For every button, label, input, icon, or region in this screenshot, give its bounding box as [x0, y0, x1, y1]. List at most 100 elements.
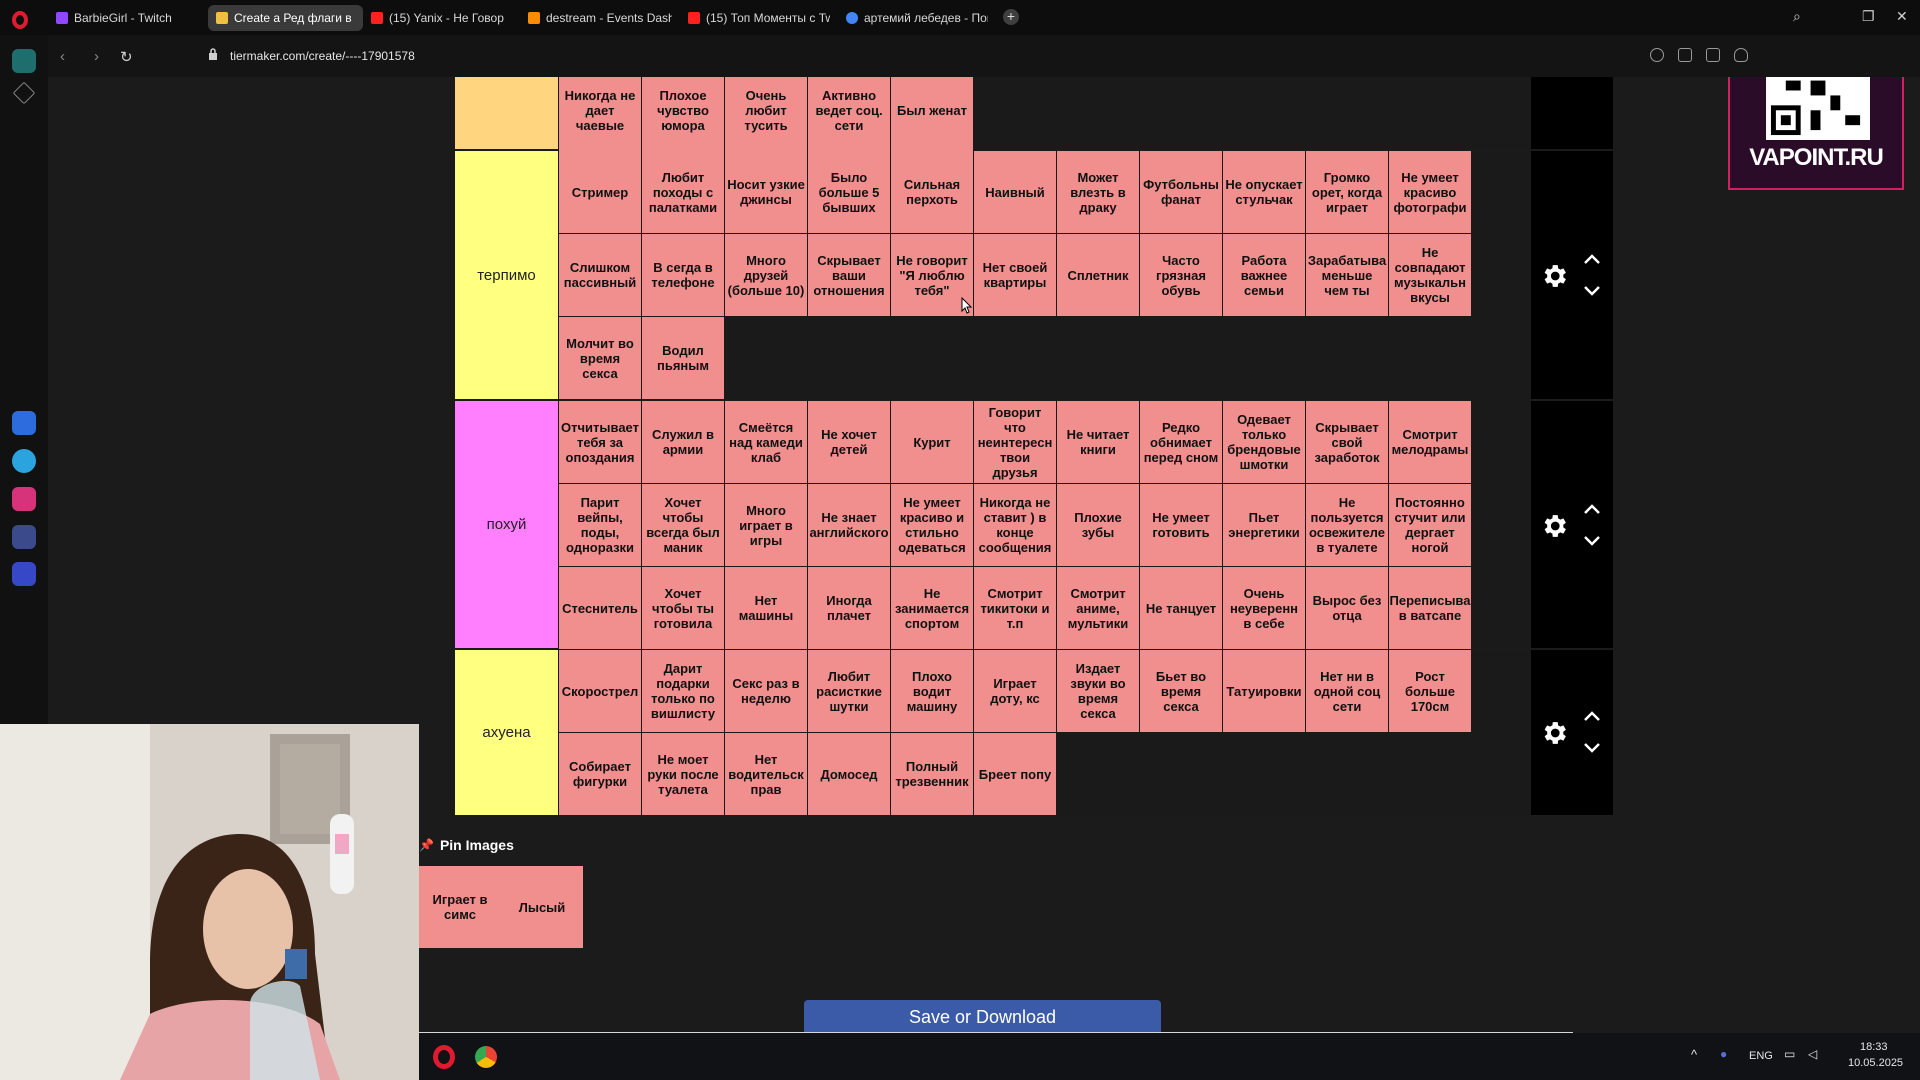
gear-icon[interactable] — [1539, 511, 1569, 541]
tier-item[interactable]: Наивный — [974, 151, 1056, 233]
tier-item[interactable]: Зарабатыва меньше чем ты — [1306, 234, 1388, 316]
tier-item[interactable]: Не моет руки после туалета — [642, 733, 724, 815]
back-icon[interactable]: ‹ — [60, 48, 65, 65]
tier-item[interactable]: Нет машины — [725, 567, 807, 649]
tier-item[interactable]: Играет в симс — [419, 866, 501, 948]
close-window-icon[interactable]: ✕ — [1896, 8, 1908, 25]
tier-item[interactable]: Молчит во время секса — [559, 317, 641, 399]
player-icon[interactable] — [12, 562, 36, 586]
tier-item[interactable]: Парит вейпы, поды, одноразки — [559, 484, 641, 566]
tier-item[interactable]: Смотрит тикитоки и т.п — [974, 567, 1056, 649]
tier-item[interactable]: Домосед — [808, 733, 890, 815]
maximize-icon[interactable]: ❐ — [1862, 8, 1875, 25]
tier-item[interactable]: Не умеет готовить — [1140, 484, 1222, 566]
bookmarks-icon[interactable] — [12, 81, 36, 105]
tier-item[interactable]: Хочет чтобы всегда был маник — [642, 484, 724, 566]
save-or-download-button[interactable]: Save or Download — [804, 1000, 1161, 1033]
tab-destream[interactable]: destream - Events Dashb — [520, 5, 680, 31]
url-field[interactable]: tiermaker.com/create/----17901578 — [230, 49, 415, 63]
tier-item[interactable]: Громко орет, когда играет — [1306, 151, 1388, 233]
pin-images-toggle[interactable]: 📌 Pin Images — [419, 837, 514, 853]
clock-date[interactable]: 10.05.2025 — [1848, 1057, 1903, 1069]
tier-item[interactable]: Скрывает ваши отношения — [808, 234, 890, 316]
tier-item[interactable]: Собирает фигурки — [559, 733, 641, 815]
tier-item[interactable]: Бьет во время секса — [1140, 650, 1222, 732]
tier-item[interactable]: Не хочет детей — [808, 401, 890, 483]
tier-item[interactable]: Служил в армии — [642, 401, 724, 483]
tier-item[interactable]: Никогда не ставит ) в конце сообщения — [974, 484, 1056, 566]
tier-item[interactable]: Стеснитель — [559, 567, 641, 649]
language-indicator[interactable]: ENG — [1749, 1050, 1773, 1062]
tier-label[interactable]: похуй — [455, 401, 559, 648]
tier-item[interactable]: Много играет в игры — [725, 484, 807, 566]
tier-item[interactable]: Лысый — [501, 866, 583, 948]
tab-youtube-yanix[interactable]: (15) Yanix - Не Говор — [363, 5, 520, 31]
aria-icon[interactable] — [12, 411, 36, 435]
tab-google-search[interactable]: артемий лебедев - Поис — [838, 5, 996, 31]
tier-item[interactable]: Не пользуется освежителе в туалете — [1306, 484, 1388, 566]
volume-icon[interactable]: ◁ — [1808, 1047, 1817, 1061]
network-icon[interactable]: ▭ — [1784, 1047, 1795, 1061]
tier-item[interactable]: Не умеет красиво и стильно одеваться — [891, 484, 973, 566]
instagram-icon[interactable] — [12, 487, 36, 511]
tier-item[interactable]: Не совпадают музыкальн вкусы — [1389, 234, 1471, 316]
tier-item[interactable]: Издает звуки во время секса — [1057, 650, 1139, 732]
tier-item[interactable]: Одевает только брендовые шмотки — [1223, 401, 1305, 483]
tier-item[interactable]: Любит расисткие шутки — [808, 650, 890, 732]
tier-item[interactable]: Курит — [891, 401, 973, 483]
chevron-up-icon[interactable] — [1583, 503, 1601, 515]
gear-icon[interactable] — [1539, 718, 1569, 748]
tier-item[interactable]: Дарит подарки только по вишлисту — [642, 650, 724, 732]
tier-item[interactable]: Плохое чувство юмора — [642, 77, 724, 151]
tier-item[interactable]: Полный трезвенник — [891, 733, 973, 815]
camera-icon[interactable] — [1706, 48, 1720, 62]
tier-item[interactable]: Играет доту, кс — [974, 650, 1056, 732]
tier-item[interactable]: Татуировки — [1223, 650, 1305, 732]
tab-twitch[interactable]: BarbieGirl - Twitch — [48, 5, 208, 31]
reload-icon[interactable]: ↻ — [120, 48, 133, 66]
gear-icon[interactable] — [1539, 261, 1569, 291]
tier-item[interactable]: Смеётся над камеди клаб — [725, 401, 807, 483]
tier-item[interactable]: Носит узкие джинсы — [725, 151, 807, 233]
tier-item[interactable]: Бреет попу — [974, 733, 1056, 815]
opera-logo-icon[interactable] — [12, 11, 28, 29]
tier-item[interactable]: Хочет чтобы ты готовила — [642, 567, 724, 649]
tier-item[interactable]: Скрывает свой заработок — [1306, 401, 1388, 483]
clock-time[interactable]: 18:33 — [1860, 1041, 1888, 1053]
tier-item[interactable]: Иногда плачет — [808, 567, 890, 649]
tier-item[interactable]: Работа важнее семьи — [1223, 234, 1305, 316]
tier-label[interactable]: ахуена — [455, 650, 559, 815]
forward-icon[interactable]: › — [94, 48, 99, 65]
tier-item[interactable]: Пьет энергетики — [1223, 484, 1305, 566]
search-tabs-icon[interactable]: ⌕ — [1793, 8, 1801, 25]
tier-item[interactable]: Не читает книги — [1057, 401, 1139, 483]
chevron-down-icon[interactable] — [1583, 535, 1601, 547]
tier-item[interactable]: Был женат — [891, 77, 973, 151]
tier-item[interactable]: Плохо водит машину — [891, 650, 973, 732]
tier-item[interactable]: Водил пьяным — [642, 317, 724, 399]
chevron-up-icon[interactable] — [1583, 253, 1601, 265]
tier-item[interactable]: В сегда в телефоне — [642, 234, 724, 316]
tier-item[interactable]: Слишком пассивный — [559, 234, 641, 316]
tier-item[interactable]: Нет водительск прав — [725, 733, 807, 815]
home-icon[interactable] — [12, 49, 36, 73]
tier-item[interactable]: Не танцует — [1140, 567, 1222, 649]
tier-item[interactable]: Нет своей квартиры — [974, 234, 1056, 316]
tier-item[interactable]: Вырос без отца — [1306, 567, 1388, 649]
tier-item[interactable]: Было больше 5 бывших — [808, 151, 890, 233]
chrome-taskbar-icon[interactable] — [475, 1046, 497, 1068]
shield-icon[interactable] — [1734, 48, 1748, 62]
tab-youtube-moments[interactable]: (15) Топ Моменты с Twit — [680, 5, 838, 31]
zoom-icon[interactable] — [1650, 48, 1664, 62]
tier-item[interactable]: Плохие зубы — [1057, 484, 1139, 566]
chevron-up-icon[interactable] — [1583, 710, 1601, 722]
tier-item[interactable]: Отчитывает тебя за опоздания — [559, 401, 641, 483]
tier-label[interactable]: терпимо — [455, 151, 559, 399]
tier-item[interactable]: Сильная перхоть — [891, 151, 973, 233]
new-tab-button[interactable]: + — [1003, 9, 1019, 25]
edit-icon[interactable] — [1678, 48, 1692, 62]
tier-item[interactable]: Очень любит тусить — [725, 77, 807, 151]
tier-item[interactable]: Нет ни в одной соц сети — [1306, 650, 1388, 732]
tier-item[interactable]: Не опускает стульчак — [1223, 151, 1305, 233]
tray-expand-icon[interactable]: ^ — [1691, 1047, 1697, 1062]
